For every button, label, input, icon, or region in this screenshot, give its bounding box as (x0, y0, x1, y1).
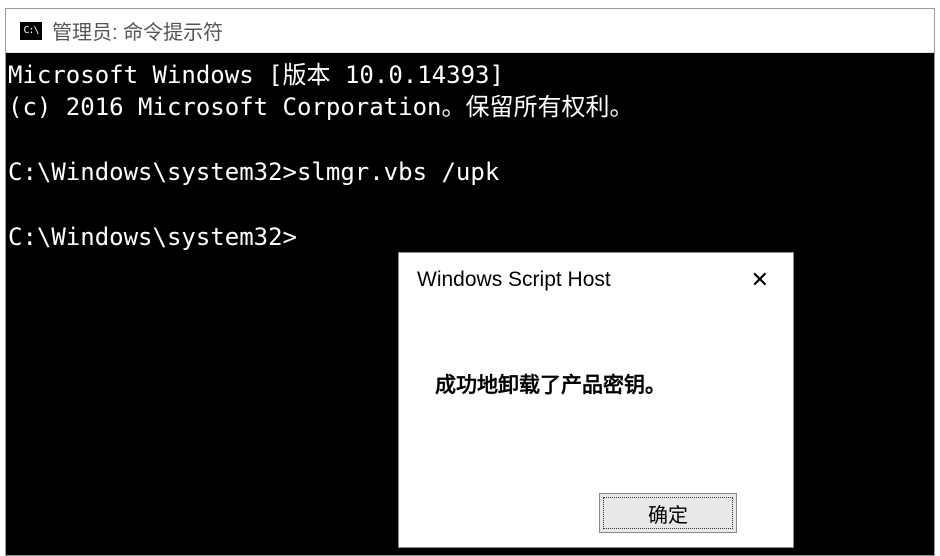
dialog-message: 成功地卸载了产品密钥。 (399, 307, 793, 419)
console-line: Microsoft Windows [版本 10.0.14393] (8, 61, 504, 89)
dialog-footer: 确定 (599, 493, 737, 533)
ok-button[interactable]: 确定 (599, 493, 737, 533)
title-bar[interactable]: C:\ 管理员: 命令提示符 (6, 9, 934, 53)
close-icon[interactable]: ✕ (743, 265, 777, 295)
dialog-titlebar[interactable]: Windows Script Host ✕ (399, 253, 793, 307)
cmd-icon: C:\ (20, 22, 42, 40)
console-line: C:\Windows\system32>slmgr.vbs /upk (8, 158, 499, 186)
console-line: (c) 2016 Microsoft Corporation。保留所有权利。 (8, 93, 633, 121)
dialog-title: Windows Script Host (417, 268, 611, 292)
script-host-dialog: Windows Script Host ✕ 成功地卸载了产品密钥。 确定 (398, 252, 794, 548)
console-prompt: C:\Windows\system32> (8, 223, 297, 251)
window-title: 管理员: 命令提示符 (52, 16, 223, 45)
